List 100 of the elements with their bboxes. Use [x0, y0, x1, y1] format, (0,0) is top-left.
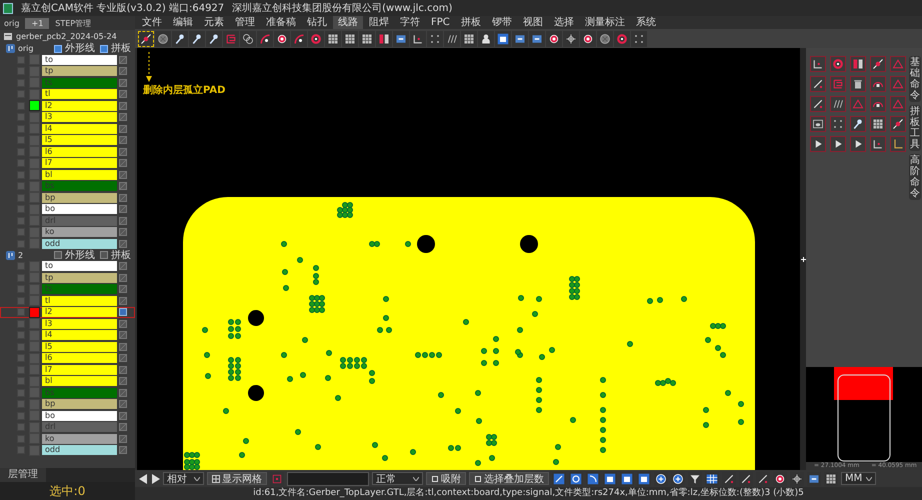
visibility-checkbox[interactable] — [17, 216, 25, 225]
tool-button[interactable] — [890, 136, 906, 152]
visibility-checkbox[interactable] — [17, 400, 25, 408]
layer-swatch[interactable] — [29, 318, 40, 330]
menu-item[interactable]: 文件 — [137, 16, 167, 29]
layer-swatch[interactable] — [29, 387, 40, 398]
overlay-layers-button[interactable]: 选择叠加层数 — [469, 472, 549, 485]
layer-swatch[interactable] — [29, 444, 40, 456]
visibility-checkbox[interactable] — [17, 388, 25, 397]
visibility-checkbox[interactable] — [17, 159, 25, 168]
menu-item[interactable]: 视图 — [518, 16, 548, 29]
layer-manager-tab[interactable]: 层管理 — [0, 468, 46, 482]
toolbar-button[interactable] — [257, 30, 273, 46]
visibility-checkbox[interactable] — [17, 274, 25, 282]
toolbar-button[interactable] — [512, 30, 528, 46]
visibility-checkbox[interactable] — [17, 412, 25, 420]
toolbar-button[interactable] — [637, 472, 651, 486]
layer-name[interactable]: ko — [42, 227, 117, 238]
toolbar-button[interactable] — [705, 472, 719, 486]
visibility-checkbox[interactable] — [17, 136, 25, 144]
outline-checkbox[interactable] — [54, 251, 62, 259]
tool-button[interactable] — [850, 76, 866, 92]
layer-name[interactable]: bo — [42, 204, 117, 214]
toolbar-button[interactable] — [597, 30, 613, 46]
layer-swatch[interactable] — [29, 295, 40, 306]
layer-swatch[interactable] — [29, 112, 40, 123]
next-button[interactable] — [151, 474, 160, 484]
expand-handle-icon[interactable] — [800, 256, 806, 262]
panel-checkbox[interactable] — [100, 251, 108, 259]
toolbar-button[interactable] — [359, 30, 375, 46]
toolbar-button[interactable] — [552, 472, 566, 486]
visibility-checkbox[interactable] — [17, 331, 25, 340]
layer-swatch[interactable] — [29, 272, 40, 284]
step-manager-link[interactable]: STEP管理 — [55, 18, 92, 28]
layer-name[interactable]: l7 — [42, 364, 117, 375]
menu-item[interactable]: 字符 — [395, 16, 425, 29]
toolbar-button[interactable] — [671, 472, 685, 486]
panel-checkbox[interactable] — [100, 44, 108, 52]
toolbar-button[interactable] — [563, 30, 579, 46]
tool-button[interactable] — [870, 56, 886, 72]
layer-swatch[interactable] — [29, 215, 40, 226]
layer-name[interactable]: l2 — [42, 100, 117, 111]
tool-button[interactable] — [830, 136, 846, 152]
menu-item[interactable]: 管理 — [230, 16, 260, 29]
toolbar-button[interactable] — [444, 30, 460, 46]
visibility-checkbox[interactable] — [17, 78, 25, 87]
layer-name[interactable]: tl — [42, 296, 117, 306]
layer-name[interactable]: bo — [42, 410, 117, 421]
visibility-checkbox[interactable] — [17, 285, 25, 294]
toolbar-button[interactable] — [206, 30, 222, 46]
mode-dropdown[interactable]: 相对 — [163, 472, 204, 485]
layer-name[interactable]: odd — [42, 445, 117, 456]
layer-swatch[interactable] — [29, 284, 40, 295]
layer-name[interactable]: bp — [42, 399, 117, 410]
outline-checkbox[interactable] — [54, 44, 62, 52]
layer-name[interactable]: tl — [42, 89, 117, 100]
menu-item[interactable]: 选择 — [548, 16, 579, 29]
blend-mode-dropdown[interactable]: 正常 — [372, 472, 423, 485]
layer-swatch[interactable] — [29, 134, 40, 146]
menu-item[interactable]: 线路 — [333, 16, 363, 29]
layer-name[interactable]: to — [42, 261, 117, 272]
layer-name[interactable]: to — [42, 54, 117, 65]
toolbar-button[interactable] — [654, 472, 668, 486]
tool-button[interactable] — [810, 136, 826, 152]
visibility-checkbox[interactable] — [17, 354, 25, 362]
toolbar-button[interactable] — [586, 472, 600, 486]
tool-button[interactable] — [810, 116, 826, 132]
visibility-checkbox[interactable] — [17, 67, 25, 76]
visibility-checkbox[interactable] — [17, 240, 25, 248]
toolbar-button[interactable] — [240, 30, 256, 46]
current-step-label[interactable]: orig — [4, 18, 20, 28]
layer-swatch[interactable] — [29, 376, 40, 387]
layer-name[interactable]: ko — [42, 434, 117, 444]
layer-swatch[interactable] — [29, 364, 40, 376]
visibility-checkbox[interactable] — [17, 182, 25, 190]
layer-swatch[interactable] — [29, 123, 40, 134]
layer-swatch[interactable] — [29, 54, 40, 66]
menu-item[interactable]: 测量标注 — [580, 16, 630, 29]
menu-item[interactable]: FPC — [426, 16, 455, 29]
menu-item[interactable]: 拼板 — [456, 16, 486, 29]
tool-button[interactable] — [890, 116, 906, 132]
toolbar-button[interactable] — [155, 30, 171, 46]
show-grid-button[interactable]: 显示网格 — [207, 472, 267, 485]
layer-name[interactable]: bp — [42, 192, 117, 203]
toolbar-button[interactable] — [325, 30, 341, 46]
layer-swatch[interactable] — [29, 238, 40, 250]
layer-swatch[interactable] — [29, 398, 40, 410]
layer-swatch[interactable] — [29, 260, 40, 272]
layer-name[interactable]: l6 — [42, 146, 117, 157]
grid-toggle-icon[interactable] — [119, 308, 127, 316]
visibility-checkbox[interactable] — [17, 296, 25, 305]
toolbar-button[interactable] — [138, 30, 154, 46]
menu-item[interactable]: 锣带 — [486, 16, 517, 29]
toolbar-button[interactable] — [342, 30, 358, 46]
toolbar-button[interactable] — [569, 472, 583, 486]
tool-button[interactable] — [810, 56, 826, 72]
layer-name[interactable]: tp — [42, 66, 117, 76]
layer-name[interactable]: l5 — [42, 135, 117, 146]
visibility-checkbox[interactable] — [17, 342, 25, 351]
visibility-checkbox[interactable] — [17, 113, 25, 122]
